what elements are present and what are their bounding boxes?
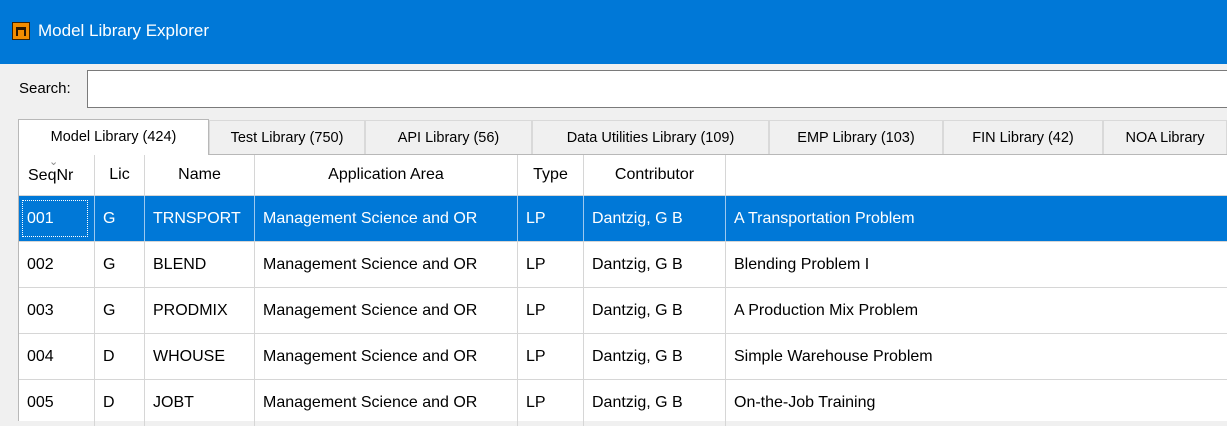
search-input[interactable]: [87, 70, 1227, 108]
cell-name: JOBT: [145, 380, 255, 426]
cell-description: Blending Problem I: [734, 255, 870, 273]
cell-seqnr: 001: [19, 196, 95, 241]
cell-application-area: Management Science and OR: [255, 334, 518, 379]
chevron-down-icon: ⌄: [49, 156, 59, 168]
cell-lic: D: [95, 334, 145, 379]
cell-seqnr: 005: [19, 380, 95, 426]
library-tabs: Model Library (424) Test Library (750) A…: [0, 119, 1227, 155]
cell-seqnr: 003: [19, 288, 95, 333]
model-table: ⌄ SeqNr Lic Name Application Area Type C…: [18, 154, 1227, 426]
column-header-label: SeqNr: [28, 167, 74, 184]
column-header-lic[interactable]: Lic: [95, 155, 145, 195]
search-label: Search:: [19, 80, 71, 97]
cell-application-area: Management Science and OR: [255, 196, 518, 241]
cell-description: A Production Mix Problem: [734, 301, 919, 319]
tab-model-library[interactable]: Model Library (424): [18, 119, 209, 155]
cell-type: LP: [518, 288, 584, 333]
cell-description: A Transportation Problem: [734, 209, 915, 227]
app-logo-icon: [12, 22, 30, 40]
title-bar[interactable]: Model Library Explorer: [0, 0, 1227, 64]
table-header-row: ⌄ SeqNr Lic Name Application Area Type C…: [19, 155, 1227, 196]
cell-type: LP: [518, 242, 584, 287]
table-row[interactable]: 005 D JOBT Management Science and OR LP …: [19, 380, 1227, 426]
cell-name: WHOUSE: [145, 334, 255, 379]
tab-fin-library[interactable]: FIN Library (42): [943, 120, 1103, 154]
cell-lic: G: [95, 288, 145, 333]
cell-name: TRNSPORT: [145, 196, 255, 241]
cell-type: LP: [518, 334, 584, 379]
column-header-contributor[interactable]: Contributor: [584, 155, 726, 195]
cell-type: LP: [518, 196, 584, 241]
table-row[interactable]: 002 G BLEND Management Science and OR LP…: [19, 242, 1227, 288]
cell-seqnr: 004: [19, 334, 95, 379]
cell-contributor: Dantzig, G B: [584, 288, 726, 333]
cell-lic: D: [95, 380, 145, 426]
cell-description: Simple Warehouse Problem: [734, 347, 933, 365]
cell-type: LP: [518, 380, 584, 426]
column-header-name[interactable]: Name: [145, 155, 255, 195]
tab-test-library[interactable]: Test Library (750): [209, 120, 365, 154]
cell-contributor: Dantzig, G B: [584, 334, 726, 379]
cell-contributor: Dantzig, G B: [584, 380, 726, 426]
cell-name: PRODMIX: [145, 288, 255, 333]
cell-contributor: Dantzig, G B: [584, 242, 726, 287]
cell-application-area: Management Science and OR: [255, 288, 518, 333]
cell-application-area: Management Science and OR: [255, 380, 518, 426]
column-header-description[interactable]: [726, 155, 1227, 195]
table-row[interactable]: 004 D WHOUSE Management Science and OR L…: [19, 334, 1227, 380]
tab-api-library[interactable]: API Library (56): [365, 120, 532, 154]
cell-description: On-the-Job Training: [734, 394, 876, 411]
column-header-seqnr[interactable]: ⌄ SeqNr: [19, 155, 95, 195]
cell-name: BLEND: [145, 242, 255, 287]
column-header-application-area[interactable]: Application Area: [255, 155, 518, 195]
cell-application-area: Management Science and OR: [255, 242, 518, 287]
cell-seqnr: 002: [19, 242, 95, 287]
table-row[interactable]: 001 G TRNSPORT Management Science and OR…: [19, 196, 1227, 242]
cell-contributor: Dantzig, G B: [584, 196, 726, 241]
tab-data-utilities-library[interactable]: Data Utilities Library (109): [532, 120, 769, 154]
cell-lic: G: [95, 196, 145, 241]
table-row[interactable]: 003 G PRODMIX Management Science and OR …: [19, 288, 1227, 334]
cell-lic: G: [95, 242, 145, 287]
tab-emp-library[interactable]: EMP Library (103): [769, 120, 943, 154]
window-title: Model Library Explorer: [38, 21, 210, 40]
column-header-type[interactable]: Type: [518, 155, 584, 195]
tab-noa-library[interactable]: NOA Library: [1103, 120, 1227, 154]
